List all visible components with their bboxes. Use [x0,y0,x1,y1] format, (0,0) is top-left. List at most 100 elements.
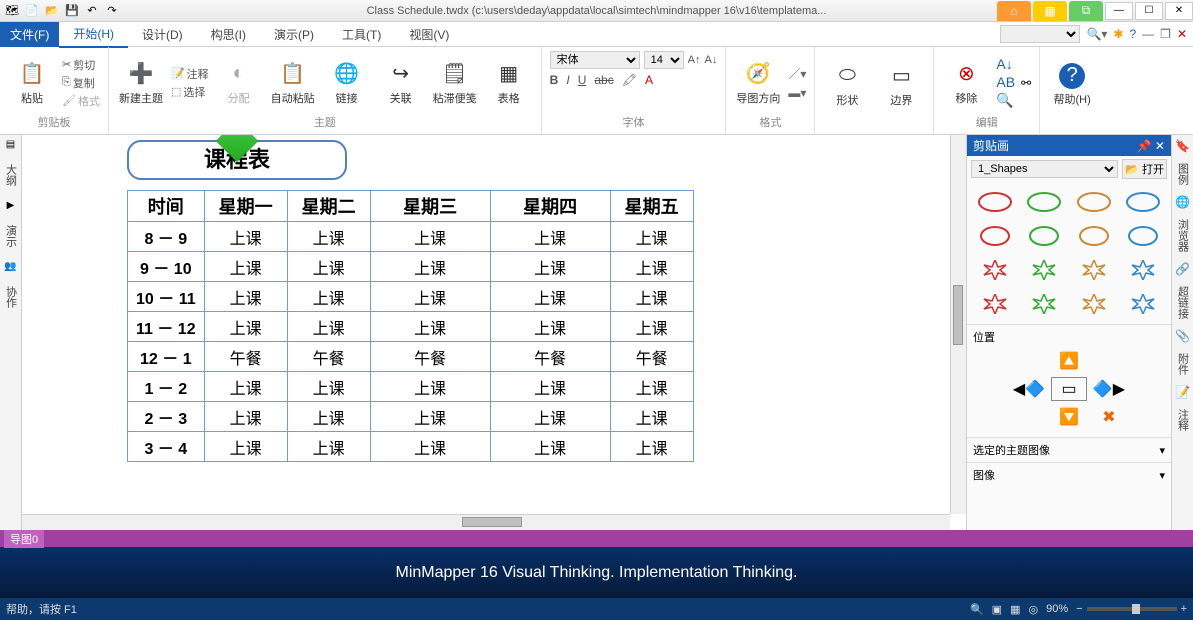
link-button[interactable]: 🌐链接 [323,60,371,106]
schedule-cell[interactable]: 上课 [204,312,287,342]
clipart-shape[interactable] [1070,288,1118,320]
clipart-shape[interactable] [971,288,1019,320]
format-painter-button[interactable]: 🖌 格式 [62,93,100,109]
cut-button[interactable]: ✂ 剪切 [62,57,100,73]
schedule-cell[interactable]: 上课 [370,402,490,432]
find-icon[interactable]: 🔍 [996,92,1015,109]
pos-right-icon[interactable]: 🔷▶ [1091,377,1127,401]
split-button[interactable]: ◐分配 [215,60,263,106]
schedule-cell[interactable]: 上课 [370,252,490,282]
font-shrink-icon[interactable]: A↓ [705,51,718,69]
schedule-cell[interactable]: 上课 [370,312,490,342]
table-button[interactable]: ▦表格 [485,60,533,106]
collab-icon[interactable]: 👥 [4,261,16,272]
document-tab[interactable]: 导图0 [4,530,44,548]
open-button[interactable]: 📂 打开 [1122,159,1167,179]
italic-button[interactable]: I [566,73,569,87]
schedule-cell[interactable]: 上课 [287,282,370,312]
attach-icon[interactable]: 📎 [1175,329,1190,343]
zoom-in-button[interactable]: + [1181,603,1187,615]
clipart-shape[interactable] [1120,254,1168,286]
zoom-slider[interactable] [1087,607,1177,611]
home-shortcut-icon[interactable]: ⌂ [997,1,1031,21]
schedule-cell[interactable]: 上课 [490,432,610,462]
clipart-shape[interactable] [1021,254,1069,286]
border-button[interactable]: ▭边界 [877,62,925,108]
schedule-cell[interactable]: 午餐 [287,342,370,372]
grid-shortcut-icon[interactable]: ⧉ [1069,1,1103,21]
ab-icon[interactable]: AB [996,74,1015,90]
clipart-shape[interactable] [1070,220,1118,252]
highlight-icon[interactable]: 🖍 [622,73,637,87]
zoom-slider-thumb[interactable] [1132,604,1140,614]
direction-button[interactable]: 🧭导图方向 [734,60,782,106]
sticky-button[interactable]: 🗒粘滞便笺 [431,60,479,106]
schedule-cell[interactable]: 上课 [287,372,370,402]
schedule-cell[interactable]: 上课 [204,222,287,252]
view3-icon[interactable]: ◎ [1028,603,1038,616]
tab-collab[interactable]: 协作 [3,282,19,312]
schedule-time-cell[interactable]: 8 － 9 [128,222,205,252]
schedule-cell[interactable]: 上课 [490,372,610,402]
zoom-fit-icon[interactable]: 🔍 [970,603,984,616]
legend-icon[interactable]: 🔖 [1175,139,1190,153]
shape-set-select[interactable]: 1_Shapes [971,160,1118,178]
tab-left-present[interactable]: 演示 [3,221,19,251]
copy-button[interactable]: ⎘ 复制 [62,75,100,91]
tab-view[interactable]: 视图(V) [395,22,463,47]
window-min2-icon[interactable]: — [1142,27,1154,41]
schedule-table[interactable]: 时间星期一星期二星期三星期四星期五 8 － 9上课上课上课上课上课9 － 10上… [127,190,694,462]
link-icon[interactable]: ⚯ [1021,76,1031,90]
schedule-cell[interactable]: 上课 [610,372,693,402]
clipart-shape[interactable] [1120,186,1168,218]
tab-design[interactable]: 设计(D) [128,22,197,47]
schedule-cell[interactable]: 上课 [370,282,490,312]
view2-icon[interactable]: ▦ [1010,603,1020,616]
schedule-cell[interactable]: 上课 [204,432,287,462]
clipart-shape[interactable] [971,220,1019,252]
font-name-select[interactable]: 宋体 [550,51,640,69]
pos-left-icon[interactable]: ◀🔷 [1011,377,1047,401]
schedule-cell[interactable]: 午餐 [370,342,490,372]
vertical-scrollbar[interactable] [950,135,966,514]
fill-color-icon[interactable]: ▬▾ [788,86,806,100]
horizontal-scroll-thumb[interactable] [462,517,522,527]
sort-icon[interactable]: A↓ [996,56,1015,72]
clipart-shape[interactable] [1021,288,1069,320]
schedule-cell[interactable]: 上课 [610,432,693,462]
tab-outline[interactable]: 大纲 [3,160,19,190]
window-close2-icon[interactable]: ✕ [1177,27,1187,41]
schedule-cell[interactable]: 午餐 [204,342,287,372]
file-menu[interactable]: 文件(F) [0,22,59,47]
schedule-cell[interactable]: 上课 [204,372,287,402]
schedule-cell[interactable]: 上课 [287,432,370,462]
tab-browser[interactable]: 浏览器 [1175,219,1191,252]
schedule-cell[interactable]: 午餐 [610,342,693,372]
schedule-cell[interactable]: 上课 [610,402,693,432]
schedule-cell[interactable]: 上课 [287,402,370,432]
paste-button[interactable]: 📋粘贴 [8,60,56,106]
pos-down-icon[interactable]: 🔽 [1051,405,1087,429]
clipart-shape[interactable] [1021,220,1069,252]
pos-up-icon[interactable]: 🔼 [1051,349,1087,373]
schedule-cell[interactable]: 上课 [490,222,610,252]
clipart-shape[interactable] [1120,288,1168,320]
hyperlink-icon[interactable]: 🔗 [1175,262,1190,276]
close-button[interactable]: ✕ [1165,2,1193,20]
window-restore-icon[interactable]: ❐ [1160,27,1171,41]
qat-undo-icon[interactable]: ↶ [84,3,100,19]
help-button[interactable]: ?帮助(H) [1048,63,1096,107]
tab-legend[interactable]: 图例 [1175,163,1191,185]
zoom-out-button[interactable]: − [1076,603,1082,615]
schedule-cell[interactable]: 上课 [370,222,490,252]
qat-redo-icon[interactable]: ↷ [104,3,120,19]
tab-attach[interactable]: 附件 [1175,353,1191,375]
view1-icon[interactable]: ▣ [992,603,1002,616]
pos-center-icon[interactable]: ▭ [1051,377,1087,401]
schedule-cell[interactable]: 上课 [610,282,693,312]
shape-button[interactable]: ⬭形状 [823,62,871,108]
schedule-cell[interactable]: 上课 [204,252,287,282]
new-topic-button[interactable]: ➕新建主题 [117,60,165,106]
schedule-cell[interactable]: 上课 [490,282,610,312]
schedule-time-cell[interactable]: 11 － 12 [128,312,205,342]
